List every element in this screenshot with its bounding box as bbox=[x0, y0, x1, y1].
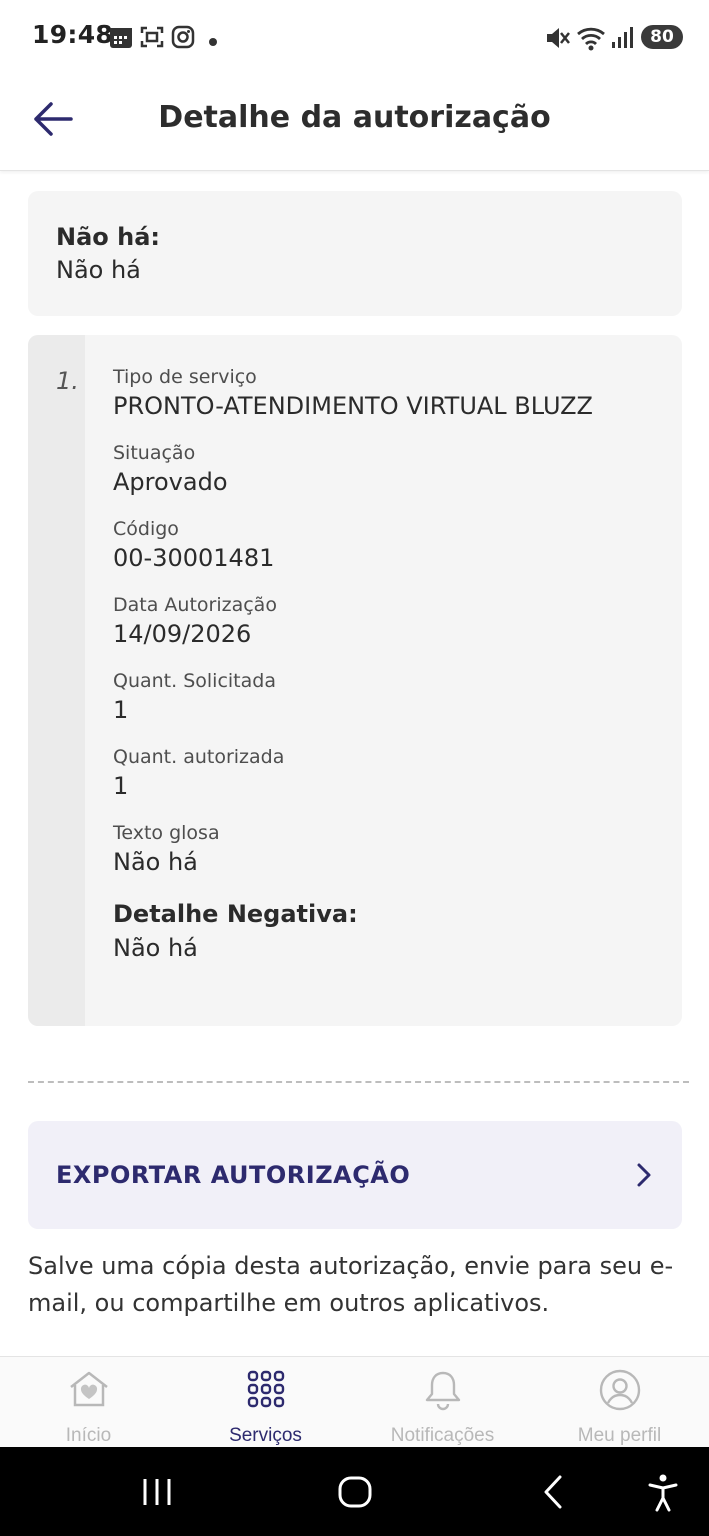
item-fields: Tipo de serviço PRONTO-ATENDIMENTO VIRTU… bbox=[113, 365, 673, 983]
item-index: 1. bbox=[56, 367, 79, 395]
field-value: 1 bbox=[113, 772, 129, 800]
nav-item-notificacoes[interactable]: Notificações bbox=[354, 1357, 531, 1448]
field-authorization-date: Data Autorização 14/09/2026 bbox=[113, 593, 673, 651]
field-status: Situação Aprovado bbox=[113, 441, 673, 499]
page-title: Detalhe da autorização bbox=[158, 100, 551, 135]
nav-label: Notificações bbox=[390, 1425, 495, 1446]
system-back-button[interactable] bbox=[538, 1469, 568, 1519]
field-value: PRONTO-ATENDIMENTO VIRTUAL BLUZZ bbox=[113, 392, 593, 420]
calendar-icon bbox=[108, 24, 134, 54]
screenshot-icon bbox=[139, 24, 165, 54]
nav-item-meu-perfil[interactable]: Meu perfil bbox=[531, 1357, 708, 1448]
status-bar: 19:48 80 bbox=[0, 0, 709, 76]
field-label: Quant. autorizada bbox=[113, 746, 285, 768]
summary-value: Não há bbox=[56, 256, 141, 284]
home-button[interactable] bbox=[336, 1469, 374, 1519]
field-label: Situação bbox=[113, 442, 196, 464]
field-value: Não há bbox=[113, 934, 198, 962]
nav-item-servicos[interactable]: Serviços bbox=[177, 1357, 354, 1448]
field-value: Não há bbox=[113, 848, 198, 876]
notification-dot-icon bbox=[208, 32, 218, 51]
field-label: Código bbox=[113, 518, 179, 540]
system-navigation-bar bbox=[0, 1447, 709, 1536]
nav-label: Início bbox=[65, 1425, 112, 1446]
bottom-navigation: Início Serviços Notificações Meu perfil bbox=[0, 1356, 709, 1447]
nav-label: Serviços bbox=[229, 1425, 302, 1446]
status-time: 19:48 bbox=[32, 20, 114, 49]
field-quantity-requested: Quant. Solicitada 1 bbox=[113, 669, 673, 727]
battery-indicator: 80 bbox=[641, 25, 683, 49]
accessibility-icon[interactable] bbox=[645, 1469, 681, 1519]
field-quantity-authorized: Quant. autorizada 1 bbox=[113, 745, 673, 803]
field-service-type: Tipo de serviço PRONTO-ATENDIMENTO VIRTU… bbox=[113, 365, 673, 423]
bell-icon bbox=[423, 1369, 463, 1415]
export-authorization-button[interactable]: EXPORTAR AUTORIZAÇÃO bbox=[28, 1121, 682, 1229]
export-description: Salve uma cópia desta autorização, envie… bbox=[28, 1252, 674, 1317]
wifi-icon bbox=[576, 24, 608, 56]
field-label: Data Autorização bbox=[113, 594, 277, 616]
dashed-divider bbox=[28, 1081, 689, 1083]
field-value: 1 bbox=[113, 696, 129, 724]
signal-icon bbox=[611, 24, 635, 54]
home-heart-icon bbox=[67, 1369, 111, 1413]
field-label: Detalhe Negativa: bbox=[113, 900, 358, 928]
field-label: Texto glosa bbox=[113, 822, 220, 844]
nav-item-inicio[interactable]: Início bbox=[0, 1357, 177, 1448]
field-negative-detail: Detalhe Negativa: Não há bbox=[113, 897, 673, 965]
field-code: Código 00-30001481 bbox=[113, 517, 673, 575]
item-index-column: 1. bbox=[28, 335, 85, 1026]
grid-icon bbox=[246, 1369, 286, 1413]
field-gloss-text: Texto glosa Não há bbox=[113, 821, 673, 879]
authorization-item-card: 1. Tipo de serviço PRONTO-ATENDIMENTO VI… bbox=[28, 335, 682, 1026]
user-circle-icon bbox=[599, 1369, 641, 1415]
nav-label: Meu perfil bbox=[577, 1425, 662, 1446]
instagram-icon bbox=[170, 24, 196, 54]
field-value: 14/09/2026 bbox=[113, 620, 252, 648]
chevron-right-icon bbox=[637, 1163, 651, 1187]
recent-apps-button[interactable] bbox=[140, 1469, 174, 1519]
field-value: 00-30001481 bbox=[113, 544, 275, 572]
mute-icon bbox=[543, 24, 571, 56]
field-label: Tipo de serviço bbox=[113, 366, 257, 388]
summary-label: Não há: bbox=[56, 223, 161, 251]
export-label: EXPORTAR AUTORIZAÇÃO bbox=[56, 1161, 411, 1189]
field-value: Aprovado bbox=[113, 468, 228, 496]
summary-card: Não há: Não há bbox=[28, 191, 682, 316]
field-label: Quant. Solicitada bbox=[113, 670, 276, 692]
app-bar: Detalhe da autorização bbox=[0, 76, 709, 171]
